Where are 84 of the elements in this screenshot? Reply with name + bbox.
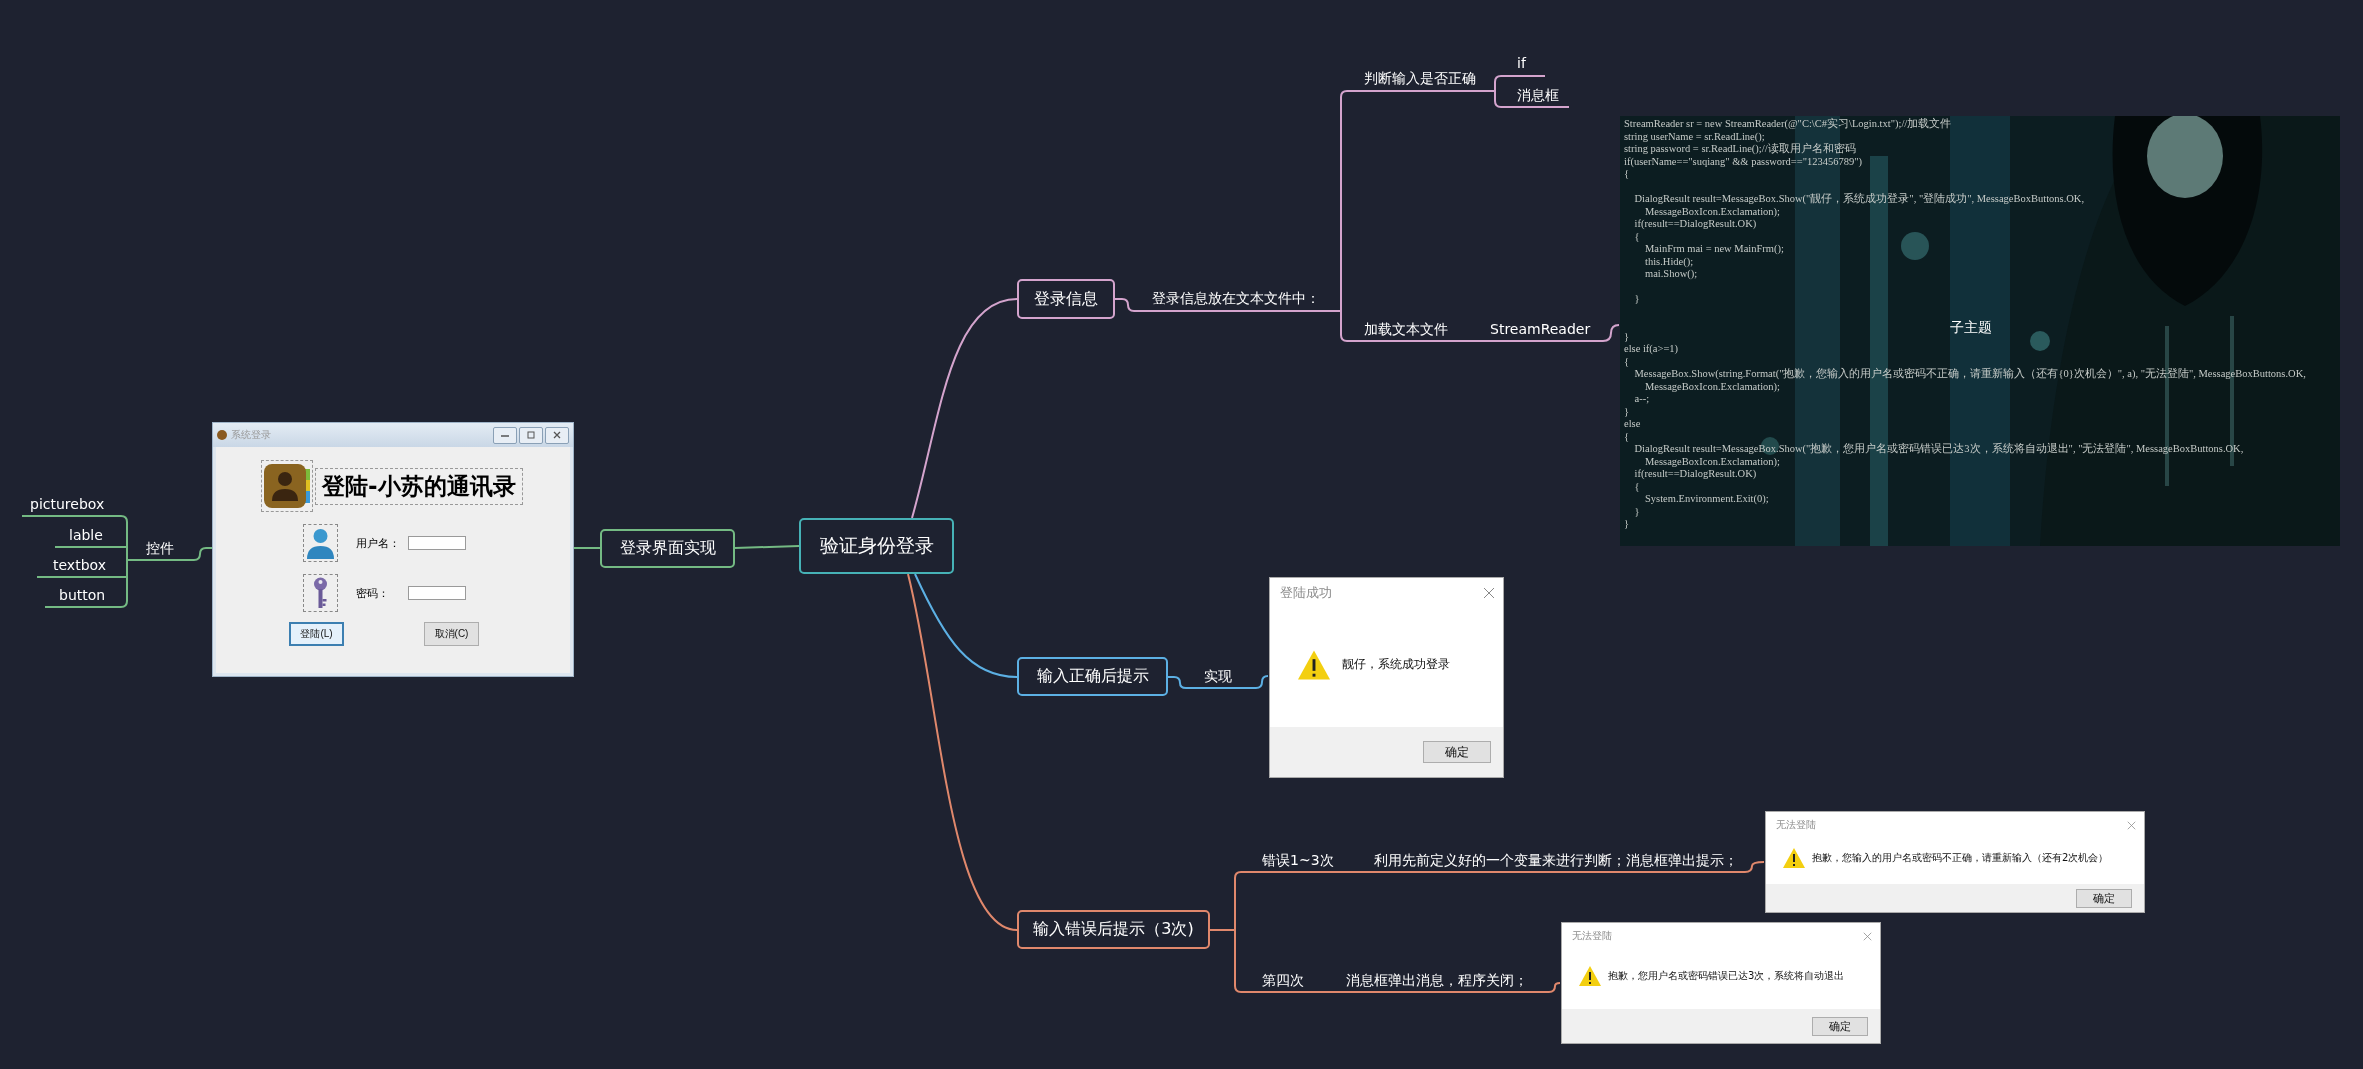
code-line: string password = sr.ReadLine();//读取用户名和密码 (1624, 143, 1856, 156)
contact-book-icon (261, 460, 313, 512)
connector-line (573, 547, 601, 549)
code-line: if(result==DialogResult.OK) (1633, 468, 1757, 481)
minimize-button[interactable] (493, 426, 517, 444)
warning-icon (1578, 965, 1602, 987)
code-line: } (1624, 518, 1630, 531)
code-line: if(userName=="suqiang" && password=="123456789") (1624, 155, 1862, 168)
warning-icon (1782, 847, 1806, 869)
code-line: } (1633, 505, 1640, 518)
maximize-icon (525, 431, 537, 439)
field-label: 用户名： (356, 535, 401, 551)
subtopic-text[interactable]: 实现 (1204, 667, 1232, 685)
code-line: string userName = sr.ReadLine(); (1624, 130, 1765, 143)
code-line: System.Environment.Exit(0); (1644, 493, 1769, 506)
code-line: DialogResult result=MessageBox.Show("靓仔，系统成功登录", "登陆成功", MessageBoxButtons.OK, (1633, 193, 2085, 206)
subtopic-text[interactable]: button (59, 586, 106, 604)
subtopic-text[interactable]: lable (69, 526, 103, 544)
subtopic-text[interactable]: 控件 (146, 539, 174, 557)
ok-button[interactable]: 确定 (1812, 1016, 1868, 1036)
code-line: MainFrm mai = new MainFrm(); (1644, 243, 1784, 256)
subtopic-text[interactable]: 子主题 (1950, 319, 1992, 337)
dialog-message: 抱歉，您用户名或密码错误已达3次，系统将自动退出 (1608, 969, 1845, 983)
dialog-title: 无法登陆 (1572, 929, 1612, 943)
code-line: MessageBox.Show(string.Format("抱歉，您输入的用户名或密码不正确，请重新输入（还有{0}次机会）", a), "无法登陆", MessageBoxButtons.OK, (1633, 368, 2306, 381)
subtopic-text[interactable]: 消息框弹出消息，程序关闭； (1346, 971, 1528, 989)
central-topic[interactable]: 验证身份登录 (799, 518, 954, 574)
code-line: StreamReader sr = new StreamReader(@"C:\C#实习\Login.txt");//加载文件 (1624, 118, 1952, 131)
dialog-title: 无法登陆 (1776, 818, 1816, 832)
code-line: else if(a>=1) (1624, 343, 1679, 356)
code-line: { (1624, 168, 1630, 181)
code-line: DialogResult result=MessageBox.Show("抱歉，您用户名或密码错误已达3次，系统将自动退出", "无法登陆", MessageBoxButtons.OK, (1633, 443, 2244, 456)
close-button[interactable] (545, 426, 569, 444)
subtopic-text[interactable]: 消息框 (1517, 86, 1559, 104)
code-line: } (1624, 405, 1630, 418)
code-line: MessageBoxIcon.Exclamation); (1644, 455, 1780, 468)
main-topic[interactable]: 输入正确后提示 (1017, 657, 1168, 696)
code-line: { (1624, 430, 1630, 443)
subtopic-text[interactable]: textbox (53, 556, 106, 574)
close-icon[interactable] (2127, 820, 2136, 830)
code-line: { (1633, 480, 1640, 493)
ok-button[interactable]: 确定 (2076, 888, 2132, 908)
code-line: MessageBoxIcon.Exclamation); (1644, 205, 1780, 218)
close-icon (551, 431, 563, 439)
window-title: 系统登录 (231, 428, 272, 442)
code-line: else (1624, 418, 1641, 431)
subtopic-text[interactable]: 第四次 (1262, 971, 1304, 989)
subtopic-text[interactable]: if (1517, 54, 1526, 72)
cancel-button[interactable]: 取消(C) (424, 622, 479, 646)
subtopic-text[interactable]: 利用先前定义好的一个变量来进行判断；消息框弹出提示； (1374, 851, 1738, 869)
app-heading: 登陆-小苏的通讯录 (315, 467, 523, 505)
code-line: } (1624, 330, 1630, 343)
dialog-title: 登陆成功 (1280, 584, 1332, 602)
field-label: 密码： (356, 585, 390, 601)
main-topic[interactable]: 登录信息 (1017, 279, 1115, 319)
subtopic-text[interactable]: picturebox (30, 495, 105, 513)
connector-line (734, 545, 800, 549)
user-icon (303, 524, 338, 562)
key-icon (303, 574, 338, 612)
subtopic-text[interactable]: 错误1~3次 (1262, 851, 1334, 869)
main-topic[interactable]: 输入错误后提示（3次) (1017, 910, 1210, 949)
code-line: MessageBoxIcon.Exclamation); (1644, 380, 1780, 393)
app-icon (217, 430, 227, 440)
code-line: { (1624, 355, 1630, 368)
dialog-message: 靓仔，系统成功登录 (1342, 656, 1450, 673)
subtopic-text[interactable]: 登录信息放在文本文件中： (1152, 289, 1320, 307)
text-field[interactable] (408, 536, 466, 550)
close-icon[interactable] (1863, 931, 1872, 941)
code-line: this.Hide(); (1644, 255, 1694, 268)
code-line: mai.Show(); (1644, 268, 1698, 281)
close-icon[interactable] (1483, 587, 1495, 599)
login-button[interactable]: 登陆(L) (289, 622, 344, 646)
subtopic-text[interactable]: 判断输入是否正确 (1364, 69, 1476, 87)
subtopic-text[interactable]: 加载文本文件 (1364, 320, 1448, 338)
code-line: if(result==DialogResult.OK) (1633, 218, 1757, 231)
ok-button[interactable]: 确定 (1423, 741, 1491, 763)
warning-icon (1296, 648, 1332, 681)
code-line: } (1633, 293, 1640, 306)
subtopic-text[interactable]: StreamReader (1490, 320, 1591, 338)
code-line: { (1633, 230, 1640, 243)
main-topic[interactable]: 登录界面实现 (600, 529, 735, 568)
code-line: a--; (1633, 393, 1650, 406)
text-field[interactable] (408, 586, 466, 600)
dialog-message: 抱歉，您输入的用户名或密码不正确，请重新输入（还有2次机会） (1812, 851, 2109, 865)
